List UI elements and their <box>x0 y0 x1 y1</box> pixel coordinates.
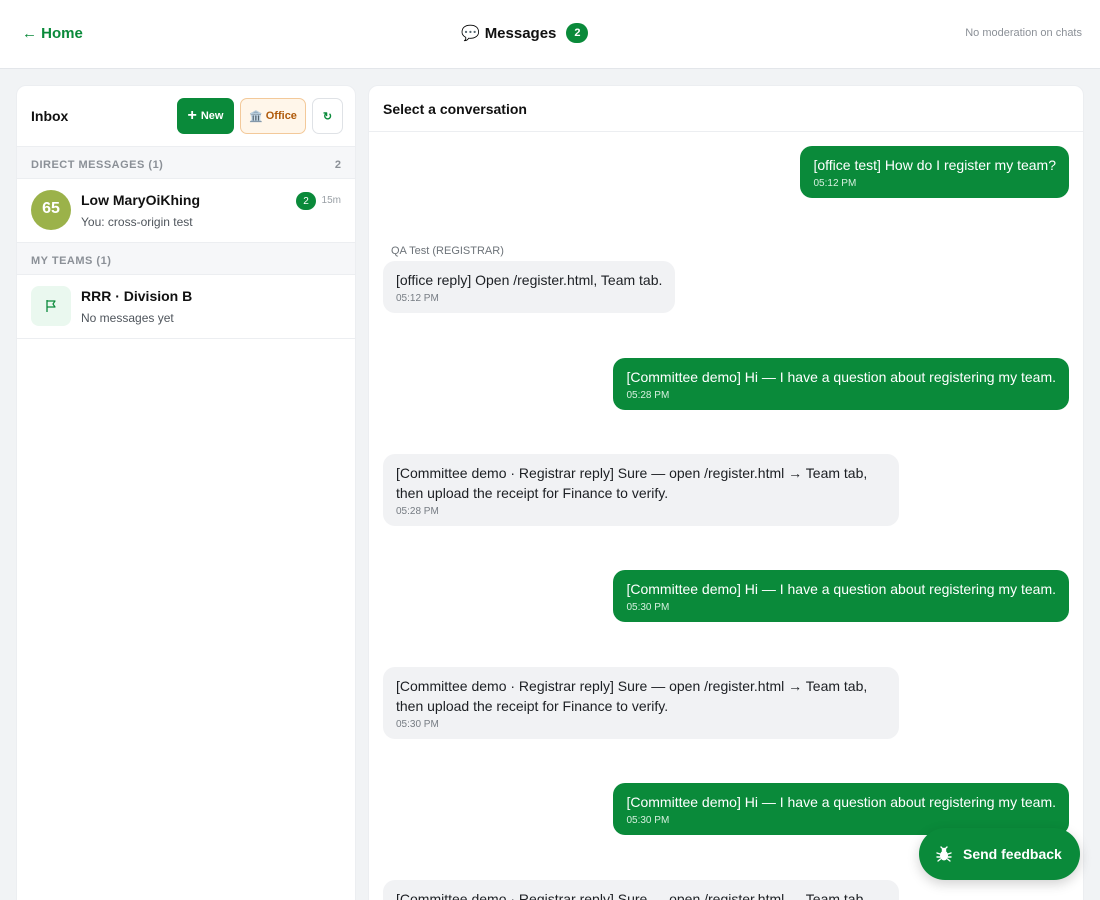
direct-messages-section-header: DIRECT MESSAGES (1) 2 <box>17 147 355 179</box>
message-time: 05:30 PM <box>396 719 439 730</box>
send-feedback-label: Send feedback <box>963 846 1062 862</box>
message-bubble-incoming: [Committee demo · Registrar reply] Sure … <box>383 454 899 526</box>
conversation-panel: Select a conversation [office test] How … <box>368 85 1084 900</box>
message-text: [Committee demo · Registrar reply] Sure … <box>396 465 868 501</box>
office-button-label: Office <box>265 110 297 122</box>
team-conversation-item[interactable]: RRR · Division B No messages yet <box>17 275 355 339</box>
section-label: MY TEAMS (1) <box>31 255 112 267</box>
my-teams-section-header: MY TEAMS (1) <box>17 243 355 275</box>
message-text: [Committee demo] Hi — I have a question … <box>626 794 1056 810</box>
inbox-panel: Inbox + New 🏛️ Office ↻ DIRECT MESSAGES … <box>16 85 356 900</box>
message-bubble-incoming: [Committee demo · Registrar reply] Sure … <box>383 880 899 900</box>
message-time: 05:30 PM <box>626 602 670 613</box>
section-count: 2 <box>334 159 341 171</box>
flag-icon <box>31 286 71 326</box>
message-text: [Committee demo] Hi — I have a question … <box>626 369 1056 385</box>
conversation-preview: You: cross-origin test <box>81 215 193 229</box>
message-bubble-outgoing: [Committee demo] Hi — I have a question … <box>613 358 1069 410</box>
inbox-header: Inbox + New 🏛️ Office ↻ <box>17 86 355 147</box>
message-time: 05:28 PM <box>626 390 670 401</box>
office-building-icon: 🏛️ <box>249 110 263 123</box>
conversation-header: Select a conversation <box>369 86 1083 132</box>
top-bar: ← Home 💬 Messages 2 No moderation on cha… <box>0 0 1100 69</box>
conversation-name: RRR · Division B <box>81 288 193 304</box>
message-time: 05:12 PM <box>396 293 439 304</box>
home-link[interactable]: ← Home <box>22 25 83 42</box>
conversation-title: Select a conversation <box>383 101 527 117</box>
unread-count-badge: 2 <box>566 23 589 43</box>
message-time: 05:30 PM <box>626 815 670 826</box>
message-bubble-incoming: [office reply] Open /register.html, Team… <box>383 261 676 313</box>
message-sender: QA Test (REGISTRAR) <box>391 245 504 257</box>
new-button-label: New <box>200 110 224 122</box>
message-text: [Committee demo] Hi — I have a question … <box>626 581 1056 597</box>
bug-icon <box>935 845 953 863</box>
avatar: 65 <box>31 190 71 230</box>
message-bubble-incoming: [Committee demo · Registrar reply] Sure … <box>383 667 899 739</box>
message-bubble-outgoing: [Committee demo] Hi — I have a question … <box>613 570 1069 622</box>
conversation-preview: No messages yet <box>81 311 174 325</box>
conversation-time: 15m <box>321 195 341 206</box>
page-title-group: 💬 Messages 2 <box>461 23 589 43</box>
conversation-name: Low MaryOiKhing <box>81 192 200 208</box>
page-title: Messages <box>484 24 557 42</box>
refresh-icon: ↻ <box>322 110 333 123</box>
conversation-item[interactable]: 65 Low MaryOiKhing You: cross-origin tes… <box>17 179 355 243</box>
inbox-title: Inbox <box>31 108 69 124</box>
refresh-button[interactable]: ↻ <box>312 98 343 134</box>
section-label: DIRECT MESSAGES (1) <box>31 159 164 171</box>
message-text: [Committee demo · Registrar reply] Sure … <box>396 678 868 714</box>
message-time: 05:28 PM <box>396 506 439 517</box>
message-text: [office test] How do I register my team? <box>813 157 1056 173</box>
unread-badge: 2 <box>296 192 316 210</box>
new-message-button[interactable]: + New <box>177 98 234 134</box>
message-bubble-outgoing: [office test] How do I register my team?… <box>800 146 1069 198</box>
message-time: 05:12 PM <box>813 178 857 189</box>
send-feedback-button[interactable]: Send feedback <box>919 828 1080 880</box>
plus-icon: + <box>187 107 197 124</box>
office-button[interactable]: 🏛️ Office <box>240 98 306 134</box>
moderation-note: No moderation on chats <box>965 27 1082 39</box>
message-text: [office reply] Open /register.html, Team… <box>396 272 663 288</box>
message-text: [Committee demo · Registrar reply] Sure … <box>396 891 868 900</box>
speech-bubble-icon: 💬 <box>461 25 480 42</box>
